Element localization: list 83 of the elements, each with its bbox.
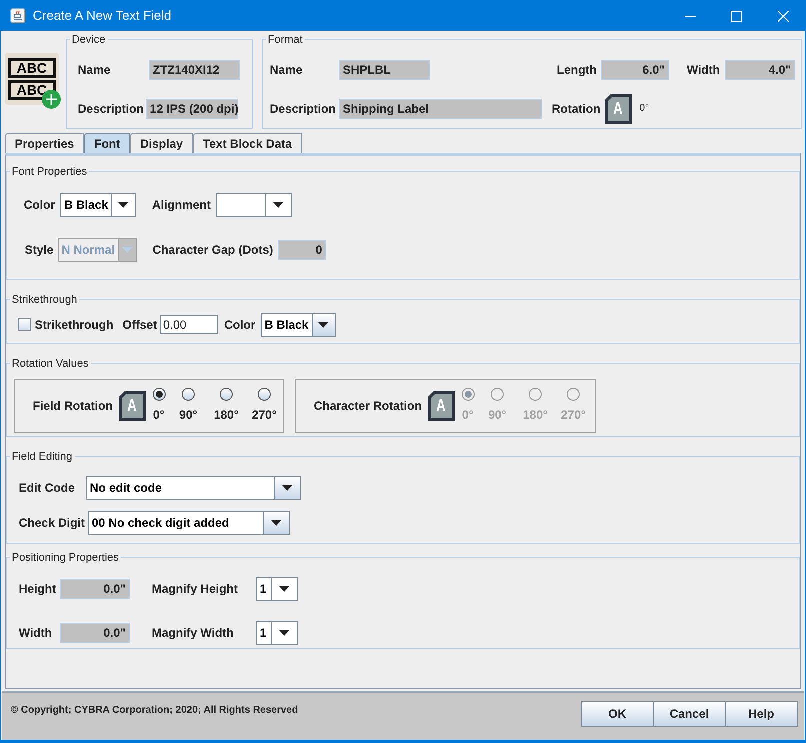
field-label: Description [270,100,338,118]
edit-code-dropdown[interactable]: No edit code [86,476,301,500]
maximize-icon[interactable] [731,10,742,22]
group-title: Strikethrough [12,294,78,306]
tab[interactable]: Text Block Data [193,133,302,153]
radio-label: 0° [153,406,165,424]
checkbox-label: Strikethrough [35,316,114,334]
app-icon [10,8,26,24]
caret-icon [122,246,133,252]
caret-icon [282,484,293,490]
caret-icon [271,520,282,526]
rotation-icon: A [604,94,632,124]
close-icon[interactable] [778,10,789,22]
group-title: Rotation Values [12,358,89,370]
radio-label: 0° [462,406,474,424]
length-field: 6.0" [601,60,669,80]
field-label: Magnify Width [152,624,235,642]
rotation-value: 0° [640,102,650,116]
height-field: 0.0" [60,578,130,598]
radio-label: 180° [214,406,239,424]
field-label: Color [24,196,56,214]
field-label: Width [687,62,720,78]
field-label: Edit Code [19,480,76,496]
group-title: Font Properties [12,166,88,178]
radio-button[interactable] [182,388,195,400]
caret-icon [273,202,284,208]
offset-input[interactable]: 0.00 [160,315,218,334]
width-field: 0.0" [60,622,130,642]
alignment-dropdown[interactable] [216,192,292,216]
field-label: Style [25,242,54,258]
radio-label: 90° [488,406,507,424]
field-label: Magnify Height [152,580,239,598]
magnify-height-dropdown[interactable]: 1 [256,576,298,600]
field-label: Field Rotation [33,398,113,414]
radio-button[interactable] [152,388,166,400]
field-label: Character Gap (Dots) [152,242,274,258]
radio-label: 270° [252,406,277,424]
check-digit-dropdown[interactable]: 00 No check digit added [88,510,290,534]
width-field: 4.0" [725,60,796,80]
character-gap-field: 0 [278,240,326,260]
window-title: Create A New Text Field [33,7,172,26]
radio-button[interactable] [220,388,233,400]
group-title: Device [72,34,106,46]
color-dropdown[interactable]: B Black [60,192,136,216]
format-name-field: SHPLBL [339,60,430,80]
radio-label: 270° [561,406,586,424]
field-label: Description [78,100,144,118]
field-label: Check Digit [19,514,86,532]
caret-icon [318,322,330,328]
group-title: Field Editing [12,451,73,463]
caret-icon [279,586,290,592]
group-title: Positioning Properties [12,552,120,564]
field-label: Width [19,624,54,642]
field-label: Height [19,580,58,598]
device-field: 12 IPS (200 dpi) [146,98,238,118]
dialog-button[interactable]: OK [581,701,654,727]
rotation-icon: A [119,390,146,420]
radio-label: 90° [179,406,198,424]
field-label: Color [224,316,256,334]
dialog-button[interactable]: Help [725,701,798,727]
tab[interactable]: Display [130,133,194,153]
field-label: Name [270,62,304,78]
field-label: Alignment [152,196,212,214]
device-field: ZTZ140XI12 [149,60,240,80]
tab[interactable]: Font [84,133,130,153]
field-label: Offset [122,316,158,334]
format-description-field: Shipping Label [339,98,542,118]
tab[interactable]: Properties [5,133,84,153]
radio-button[interactable] [258,388,271,400]
dialog-button[interactable]: Cancel [653,701,726,727]
caret-icon [118,202,130,208]
magnify-width-dropdown[interactable]: 1 [256,620,298,644]
copyright-text: © Copyright; CYBRA Corporation; 2020; All Rights Reserved [11,704,298,718]
field-label: Length [557,62,597,78]
field-label: Name [78,62,112,78]
radio-label: 180° [523,406,548,424]
caret-icon [279,630,290,636]
field-label: Character Rotation [314,398,422,414]
rotation-icon: A [428,390,456,420]
field-label: Rotation [552,100,601,118]
checkbox[interactable] [18,318,31,331]
color-dropdown[interactable]: B Black [260,312,336,336]
group-title: Format [268,34,303,46]
